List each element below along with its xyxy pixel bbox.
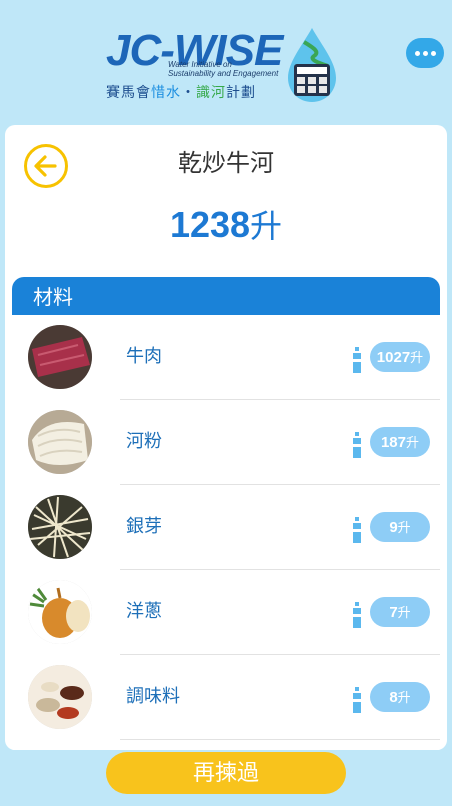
jc-wise-logo: JC-WISE Water Initiative on Sustainabili… <box>106 26 342 110</box>
ingredients-list: 牛肉 1027升 河粉 187升 銀芽 9升 洋蔥 7升 調味料 8升 <box>12 315 440 750</box>
app-header: JC-WISE Water Initiative on Sustainabili… <box>0 0 452 122</box>
beef-photo <box>28 325 92 389</box>
water-usage-badge: 9升 <box>370 512 430 542</box>
logo-chinese-title: 賽馬會惜水・識河計劃 <box>106 85 256 101</box>
dish-title: 乾炒牛河 <box>178 149 274 177</box>
seasoning-photo <box>28 665 92 729</box>
ingredients-section-header: 材料 <box>12 277 440 315</box>
ingredient-name: 銀芽 <box>126 516 162 537</box>
ingredient-row-seasoning[interactable]: 調味料 8升 <box>12 655 440 740</box>
water-bottle-icon <box>353 517 361 543</box>
ingredient-row-rice-noodle[interactable]: 河粉 187升 <box>12 400 440 485</box>
ingredient-name: 調味料 <box>126 686 180 707</box>
water-usage-badge: 187升 <box>370 427 430 457</box>
logo-subtitle: Water Initiative on Sustainability and E… <box>168 60 279 78</box>
total-water-footprint: 1238升 <box>169 204 283 245</box>
water-bottle-icon <box>353 687 361 713</box>
water-bottle-icon <box>353 602 361 628</box>
dish-detail-card: 乾炒牛河 1238升 材料 牛肉 1027升 河粉 187升 銀芽 9升 洋蔥 … <box>5 125 447 750</box>
ingredient-row-beef[interactable]: 牛肉 1027升 <box>12 315 440 400</box>
row-divider <box>120 739 440 740</box>
water-bottle-icon <box>353 432 361 458</box>
water-bottle-icon <box>353 347 361 373</box>
ingredient-name: 河粉 <box>126 431 162 452</box>
water-usage-badge: 8升 <box>370 682 430 712</box>
choose-again-button[interactable]: 再揀過 <box>106 752 346 794</box>
more-options-button[interactable] <box>406 38 444 68</box>
rice-noodle-photo <box>28 410 92 474</box>
ingredient-row-bean-sprouts[interactable]: 銀芽 9升 <box>12 485 440 570</box>
water-usage-badge: 7升 <box>370 597 430 627</box>
water-drop-calculator-icon <box>288 28 336 102</box>
bean-sprouts-photo <box>28 495 92 559</box>
onion-photo <box>28 580 92 644</box>
ingredient-row-onion[interactable]: 洋蔥 7升 <box>12 570 440 655</box>
more-dots-icon <box>414 50 420 56</box>
water-usage-badge: 1027升 <box>370 342 430 372</box>
ingredient-name: 牛肉 <box>126 346 162 367</box>
ingredient-name: 洋蔥 <box>126 601 162 622</box>
